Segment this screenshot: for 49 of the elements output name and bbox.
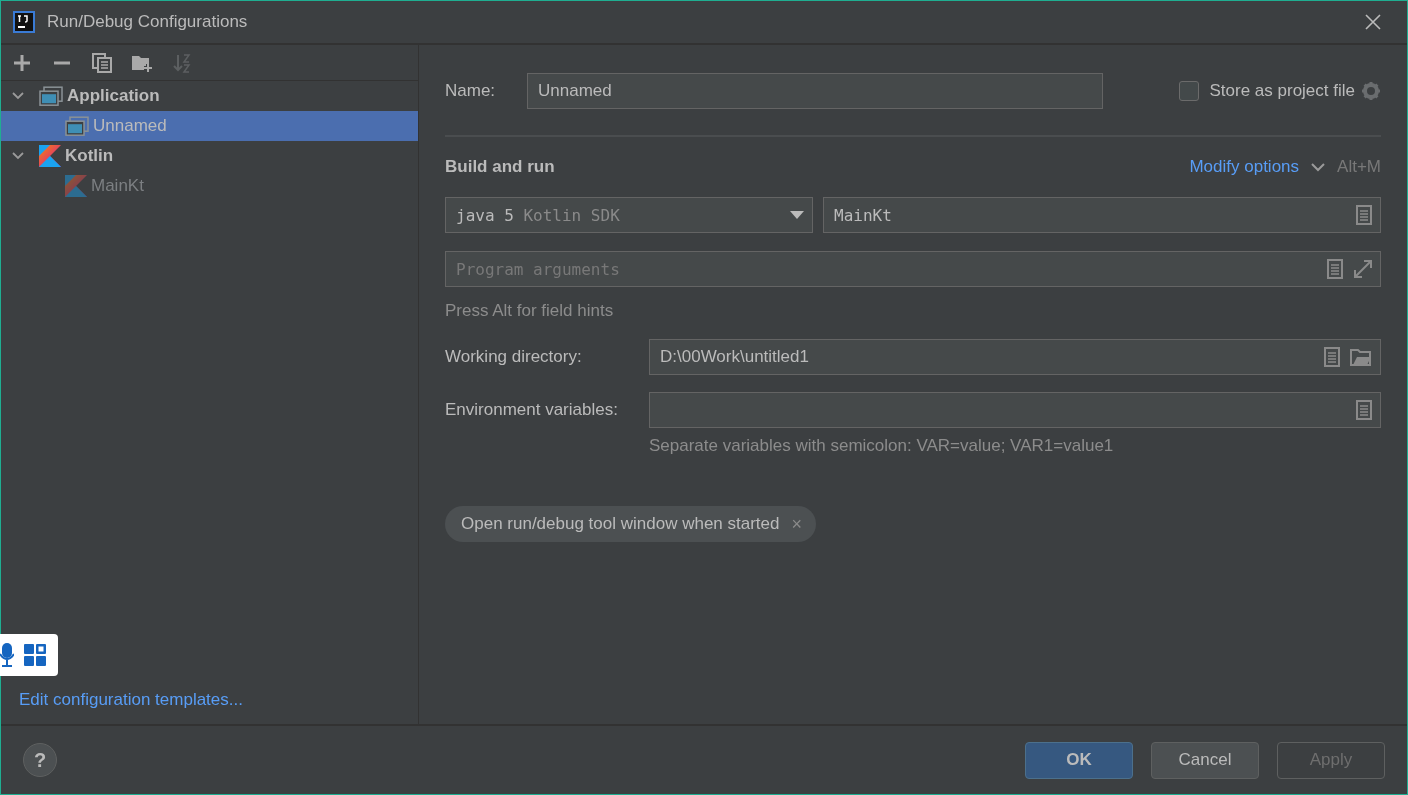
- checkbox[interactable]: [1179, 81, 1200, 101]
- tree-label: MainKt: [91, 176, 144, 196]
- dialog-button[interactable]: OK: [1025, 741, 1133, 779]
- tree-label: Kotlin: [65, 146, 114, 166]
- copy-icon[interactable]: [91, 51, 113, 74]
- microphone-icon[interactable]: [0, 643, 14, 667]
- expand-icon[interactable]: [1353, 259, 1373, 279]
- close-icon[interactable]: [1365, 14, 1381, 30]
- section-heading: Build and run: [445, 157, 556, 177]
- modify-options-link[interactable]: Modify options: [1189, 157, 1300, 177]
- environment-variables-label: Environment variables:: [445, 400, 619, 420]
- kotlin-icon: [39, 145, 61, 167]
- tree-label: Application: [67, 86, 160, 106]
- window-icon: [39, 85, 63, 107]
- option-chip[interactable]: Open run/debug tool window when started ×: [445, 506, 816, 542]
- help-button[interactable]: ?: [23, 743, 57, 777]
- environment-variables-hint: Separate variables with semicolon: VAR=value; VAR1=value1: [649, 436, 1115, 456]
- tree-item[interactable]: MainKt: [1, 171, 418, 201]
- shortcut-hint: Alt+M: [1337, 157, 1381, 177]
- tree-item[interactable]: Application: [1, 81, 418, 111]
- grid-icon[interactable]: [24, 644, 46, 666]
- document-icon[interactable]: [1327, 259, 1343, 279]
- dialog-button[interactable]: Cancel: [1151, 741, 1259, 779]
- field-hint: Press Alt for field hints: [445, 301, 615, 321]
- tree-item[interactable]: Kotlin: [1, 141, 418, 171]
- remove-option-button[interactable]: ×: [791, 513, 802, 535]
- tree-item[interactable]: Unnamed: [1, 111, 418, 141]
- document-icon[interactable]: [1324, 347, 1340, 367]
- kotlin-icon: [65, 175, 87, 197]
- chevron-icon[interactable]: [1311, 162, 1326, 172]
- window-title: Run/Debug Configurations: [47, 12, 249, 32]
- name-field[interactable]: Unnamed: [527, 73, 1103, 109]
- tree-label: Unnamed: [93, 116, 167, 136]
- document-icon[interactable]: [1356, 205, 1372, 225]
- folder-icon[interactable]: [1350, 348, 1372, 366]
- edit-templates-link[interactable]: Edit configuration templates...: [19, 690, 243, 709]
- gear-icon[interactable]: [1361, 81, 1381, 101]
- working-directory-field[interactable]: D:\00Work\untitled1: [649, 339, 1381, 375]
- document-icon[interactable]: [1356, 400, 1372, 420]
- sdk-dropdown[interactable]: java 5 Kotlin SDK: [445, 197, 813, 233]
- dropdown-arrow-icon: [790, 211, 804, 219]
- main-class-field[interactable]: MainKt: [823, 197, 1381, 233]
- name-label: Name:: [445, 81, 497, 101]
- window-icon: [65, 115, 89, 137]
- option-label: Open run/debug tool window when started: [461, 514, 780, 534]
- environment-variables-field[interactable]: [649, 392, 1381, 428]
- working-directory-label: Working directory:: [445, 347, 583, 367]
- app-logo-icon: [13, 11, 35, 33]
- checkbox-label: Store as project file: [1209, 81, 1355, 101]
